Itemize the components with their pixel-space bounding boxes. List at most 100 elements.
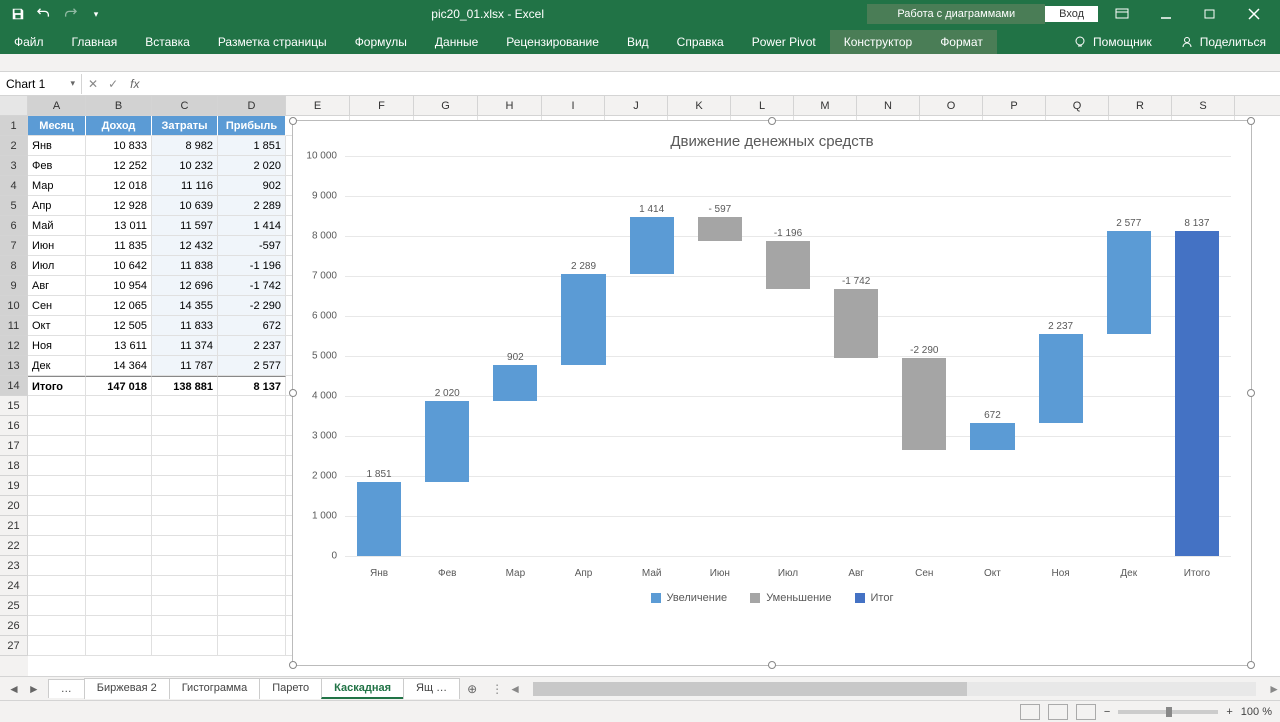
row-header[interactable]: 13 xyxy=(0,356,28,376)
cell[interactable]: 11 374 xyxy=(152,336,218,356)
cell[interactable]: Сен xyxy=(28,296,86,316)
cells-area[interactable]: МесяцДоходЗатратыПрибыльЯнв10 8338 9821 … xyxy=(28,116,1280,676)
sheet-tab[interactable]: Парето xyxy=(259,678,322,699)
column-header[interactable]: A xyxy=(28,96,86,115)
cell[interactable]: 138 881 xyxy=(152,376,218,396)
enter-icon[interactable]: ✓ xyxy=(108,77,118,91)
cancel-icon[interactable]: ✕ xyxy=(88,77,98,91)
cell[interactable] xyxy=(218,556,286,576)
zoom-level[interactable]: 100 % xyxy=(1241,706,1272,718)
column-header[interactable]: E xyxy=(286,96,350,115)
tab-powerpivot[interactable]: Power Pivot xyxy=(738,30,830,54)
row-header[interactable]: 19 xyxy=(0,476,28,496)
cell[interactable] xyxy=(218,536,286,556)
waterfall-bar[interactable] xyxy=(493,365,537,401)
waterfall-bar[interactable] xyxy=(970,423,1014,450)
cell[interactable]: 11 597 xyxy=(152,216,218,236)
cell[interactable]: 2 289 xyxy=(218,196,286,216)
column-header[interactable]: G xyxy=(414,96,478,115)
cell[interactable] xyxy=(28,496,86,516)
column-header[interactable]: I xyxy=(542,96,605,115)
waterfall-bar[interactable] xyxy=(425,401,469,482)
maximize-button[interactable] xyxy=(1190,0,1230,28)
cell[interactable]: Месяц xyxy=(28,116,86,136)
row-header[interactable]: 3 xyxy=(0,156,28,176)
cell[interactable]: Янв xyxy=(28,136,86,156)
row-header[interactable]: 7 xyxy=(0,236,28,256)
cell[interactable]: 2 237 xyxy=(218,336,286,356)
tab-review[interactable]: Рецензирование xyxy=(492,30,613,54)
cell[interactable] xyxy=(152,416,218,436)
column-header[interactable]: L xyxy=(731,96,794,115)
cell[interactable] xyxy=(28,456,86,476)
cell[interactable] xyxy=(152,616,218,636)
cell[interactable]: Апр xyxy=(28,196,86,216)
cell[interactable]: 12 432 xyxy=(152,236,218,256)
row-header[interactable]: 24 xyxy=(0,576,28,596)
column-header[interactable]: Q xyxy=(1046,96,1109,115)
zoom-in-button[interactable]: + xyxy=(1226,706,1232,718)
row-header[interactable]: 27 xyxy=(0,636,28,656)
cell[interactable]: 11 838 xyxy=(152,256,218,276)
cell[interactable]: 12 252 xyxy=(86,156,152,176)
qat-customize-icon[interactable]: ▾ xyxy=(84,3,108,25)
tab-insert[interactable]: Вставка xyxy=(131,30,204,54)
cell[interactable] xyxy=(86,576,152,596)
cell[interactable]: 1 851 xyxy=(218,136,286,156)
plot-area[interactable]: 01 0002 0003 0004 0005 0006 0007 0008 00… xyxy=(345,156,1231,586)
column-header[interactable]: D xyxy=(218,96,286,115)
cell[interactable]: Фев xyxy=(28,156,86,176)
cell[interactable] xyxy=(86,496,152,516)
column-header[interactable]: H xyxy=(478,96,542,115)
cell[interactable] xyxy=(152,576,218,596)
cell[interactable] xyxy=(28,436,86,456)
waterfall-bar[interactable] xyxy=(1107,231,1151,334)
chart-legend[interactable]: Увеличение Уменьшение Итог xyxy=(293,586,1251,612)
cell[interactable] xyxy=(86,636,152,656)
sheet-tab[interactable]: Гистограмма xyxy=(169,678,261,699)
cell[interactable] xyxy=(218,616,286,636)
cell[interactable] xyxy=(28,576,86,596)
cell[interactable]: Мар xyxy=(28,176,86,196)
cell[interactable]: 10 642 xyxy=(86,256,152,276)
fx-icon[interactable]: fx xyxy=(124,77,145,91)
row-header[interactable]: 23 xyxy=(0,556,28,576)
cell[interactable] xyxy=(152,436,218,456)
resize-handle[interactable] xyxy=(289,117,297,125)
row-header[interactable]: 12 xyxy=(0,336,28,356)
zoom-out-button[interactable]: − xyxy=(1104,706,1110,718)
row-header[interactable]: 21 xyxy=(0,516,28,536)
column-header[interactable]: O xyxy=(920,96,983,115)
cell[interactable]: 10 833 xyxy=(86,136,152,156)
cell[interactable] xyxy=(28,516,86,536)
row-header[interactable]: 1 xyxy=(0,116,28,136)
column-header[interactable]: J xyxy=(605,96,668,115)
row-header[interactable]: 15 xyxy=(0,396,28,416)
cell[interactable]: 12 018 xyxy=(86,176,152,196)
row-header[interactable]: 6 xyxy=(0,216,28,236)
minimize-button[interactable] xyxy=(1146,0,1186,28)
cell[interactable] xyxy=(218,516,286,536)
undo-button[interactable] xyxy=(32,3,56,25)
cell[interactable] xyxy=(28,596,86,616)
column-header[interactable]: S xyxy=(1172,96,1235,115)
tab-data[interactable]: Данные xyxy=(421,30,492,54)
cell[interactable] xyxy=(152,596,218,616)
sheet-tab[interactable]: Ящ … xyxy=(403,678,460,699)
cell[interactable]: -597 xyxy=(218,236,286,256)
cell[interactable] xyxy=(152,456,218,476)
cell[interactable]: Затраты xyxy=(152,116,218,136)
cell[interactable]: 902 xyxy=(218,176,286,196)
cell[interactable] xyxy=(218,416,286,436)
tab-help[interactable]: Справка xyxy=(663,30,738,54)
cell[interactable]: 10 639 xyxy=(152,196,218,216)
cell[interactable] xyxy=(28,416,86,436)
cell[interactable] xyxy=(218,456,286,476)
cell[interactable] xyxy=(218,496,286,516)
column-header[interactable]: B xyxy=(86,96,152,115)
cell[interactable]: 12 928 xyxy=(86,196,152,216)
sheet-nav-next[interactable]: ► xyxy=(28,682,40,696)
view-normal-button[interactable] xyxy=(1020,704,1040,720)
sheet-tab[interactable]: Биржевая 2 xyxy=(84,678,170,699)
resize-handle[interactable] xyxy=(289,389,297,397)
